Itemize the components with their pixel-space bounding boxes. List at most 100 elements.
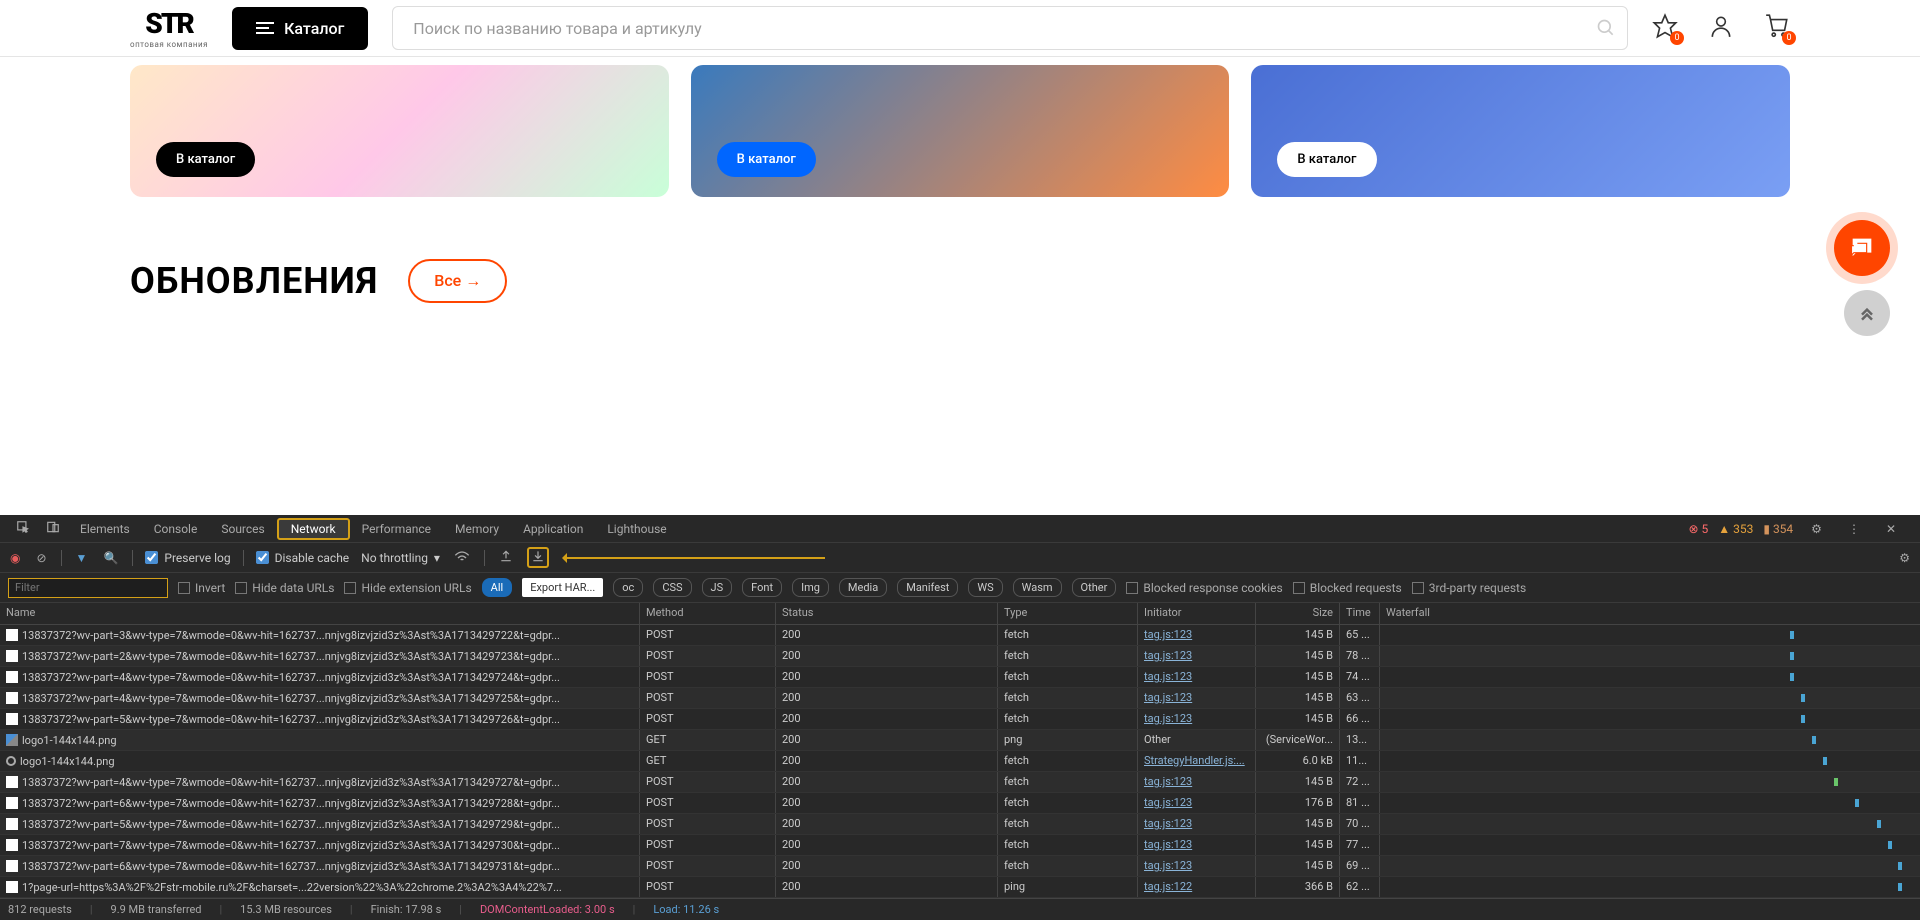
initiator-link[interactable]: StrategyHandler.js:... xyxy=(1144,754,1245,767)
initiator-link[interactable]: tag.js:123 xyxy=(1144,775,1192,788)
network-table-body[interactable]: 13837372?wv-part=3&wv-type=7&wmode=0&wv-… xyxy=(0,625,1920,898)
close-icon[interactable]: ✕ xyxy=(1878,522,1904,536)
catalog-button[interactable]: Каталог xyxy=(232,7,368,50)
header-type[interactable]: Type xyxy=(998,603,1138,624)
initiator-link[interactable]: tag.js:123 xyxy=(1144,670,1192,683)
more-icon[interactable]: ⋮ xyxy=(1840,522,1868,536)
table-row[interactable]: 13837372?wv-part=4&wv-type=7&wmode=0&wv-… xyxy=(0,688,1920,709)
preserve-log-checkbox[interactable]: Preserve log xyxy=(145,551,230,565)
chip-img[interactable]: Img xyxy=(792,578,829,597)
table-row[interactable]: 13837372?wv-part=5&wv-type=7&wmode=0&wv-… xyxy=(0,709,1920,730)
tab-performance[interactable]: Performance xyxy=(350,515,443,543)
waterfall-bar xyxy=(1823,757,1827,765)
header-time[interactable]: Time xyxy=(1340,603,1380,624)
chip-js[interactable]: JS xyxy=(702,578,733,597)
banner-1-button[interactable]: В каталог xyxy=(156,142,255,177)
footer-resources: 15.3 MB resources xyxy=(240,903,332,916)
header-name[interactable]: Name xyxy=(0,603,640,624)
chat-fab[interactable] xyxy=(1834,220,1890,276)
header-method[interactable]: Method xyxy=(640,603,776,624)
disable-cache-checkbox[interactable]: Disable cache xyxy=(256,551,350,565)
favorites-button[interactable]: 0 xyxy=(1652,13,1678,43)
chip-other[interactable]: Other xyxy=(1072,578,1117,597)
hide-data-urls-checkbox[interactable]: Hide data URLs xyxy=(235,581,334,595)
banner-3[interactable]: В каталог xyxy=(1251,65,1790,197)
tab-network[interactable]: Network xyxy=(277,518,350,540)
logo[interactable]: STR оптовая компания xyxy=(130,7,208,49)
warning-count[interactable]: ▲ 353 xyxy=(1718,522,1753,536)
table-row[interactable]: logo1-144x144.pngGET200fetchStrategyHand… xyxy=(0,751,1920,772)
chip-doc[interactable]: oc xyxy=(613,578,643,597)
initiator-link[interactable]: tag.js:123 xyxy=(1144,859,1192,872)
issue-count[interactable]: ▮ 354 xyxy=(1763,522,1793,536)
cart-button[interactable]: 0 xyxy=(1764,13,1790,43)
upload-icon[interactable] xyxy=(497,549,515,566)
initiator-link[interactable]: tag.js:123 xyxy=(1144,649,1192,662)
tab-sources[interactable]: Sources xyxy=(209,515,276,543)
filter-input[interactable] xyxy=(8,578,168,598)
account-button[interactable] xyxy=(1708,13,1734,43)
chip-ws[interactable]: WS xyxy=(968,578,1002,597)
table-row[interactable]: 13837372?wv-part=7&wv-type=7&wmode=0&wv-… xyxy=(0,835,1920,856)
chip-css[interactable]: CSS xyxy=(653,578,691,597)
header-size[interactable]: Size xyxy=(1256,603,1340,624)
file-icon xyxy=(6,860,18,872)
tab-elements[interactable]: Elements xyxy=(68,515,142,543)
initiator-link[interactable]: tag.js:123 xyxy=(1144,628,1192,641)
initiator-link[interactable]: tag.js:123 xyxy=(1144,691,1192,704)
initiator-link[interactable]: tag.js:123 xyxy=(1144,712,1192,725)
chip-media[interactable]: Media xyxy=(839,578,887,597)
tab-application[interactable]: Application xyxy=(511,515,595,543)
view-all-button[interactable]: Все → xyxy=(408,259,507,303)
error-count[interactable]: ⊗ 5 xyxy=(1688,522,1708,536)
initiator-link[interactable]: tag.js:122 xyxy=(1144,880,1192,893)
chip-wasm[interactable]: Wasm xyxy=(1013,578,1062,597)
chip-all[interactable]: All xyxy=(482,578,513,597)
hide-extension-urls-checkbox[interactable]: Hide extension URLs xyxy=(344,581,471,595)
header-status[interactable]: Status xyxy=(776,603,998,624)
table-row[interactable]: logo1-144x144.pngGET200pngOther(ServiceW… xyxy=(0,730,1920,751)
table-row[interactable]: 1?page-url=https%3A%2F%2Fstr-mobile.ru%2… xyxy=(0,877,1920,898)
tab-lighthouse[interactable]: Lighthouse xyxy=(595,515,678,543)
settings-icon[interactable]: ⚙ xyxy=(1803,522,1830,536)
table-row[interactable]: 13837372?wv-part=6&wv-type=7&wmode=0&wv-… xyxy=(0,856,1920,877)
banner-2[interactable]: В каталог xyxy=(691,65,1230,197)
initiator-link[interactable]: tag.js:123 xyxy=(1144,817,1192,830)
header-waterfall[interactable]: Waterfall xyxy=(1380,603,1920,624)
search-input[interactable] xyxy=(392,6,1628,50)
search-network-icon[interactable]: 🔍 xyxy=(101,551,120,565)
filter-icon[interactable]: ▼ xyxy=(74,551,90,565)
invert-checkbox[interactable]: Invert xyxy=(178,581,225,595)
table-row[interactable]: 13837372?wv-part=5&wv-type=7&wmode=0&wv-… xyxy=(0,814,1920,835)
header-initiator[interactable]: Initiator xyxy=(1138,603,1256,624)
scroll-top-fab[interactable] xyxy=(1844,290,1890,336)
device-icon[interactable] xyxy=(38,520,68,537)
banner-1[interactable]: В каталог xyxy=(130,65,669,197)
blocked-requests-checkbox[interactable]: Blocked requests xyxy=(1293,581,1402,595)
search-icon[interactable] xyxy=(1596,18,1616,38)
third-party-checkbox[interactable]: 3rd-party requests xyxy=(1412,581,1526,595)
throttling-select[interactable]: No throttling ▾ xyxy=(361,551,440,565)
network-settings-icon[interactable]: ⚙ xyxy=(1897,551,1912,565)
chip-manifest[interactable]: Manifest xyxy=(897,578,958,597)
banner-3-button[interactable]: В каталог xyxy=(1277,142,1376,177)
initiator-link[interactable]: tag.js:123 xyxy=(1144,838,1192,851)
table-row[interactable]: 13837372?wv-part=2&wv-type=7&wmode=0&wv-… xyxy=(0,646,1920,667)
chevron-up-icon xyxy=(1857,303,1877,323)
chip-font[interactable]: Font xyxy=(742,578,782,597)
blocked-cookies-checkbox[interactable]: Blocked response cookies xyxy=(1126,581,1282,595)
table-row[interactable]: 13837372?wv-part=3&wv-type=7&wmode=0&wv-… xyxy=(0,625,1920,646)
initiator-link[interactable]: tag.js:123 xyxy=(1144,796,1192,809)
download-har-icon[interactable] xyxy=(527,547,549,568)
devtools-tabs: Elements Console Sources Network Perform… xyxy=(0,515,1920,543)
table-row[interactable]: 13837372?wv-part=6&wv-type=7&wmode=0&wv-… xyxy=(0,793,1920,814)
record-icon[interactable]: ◉ xyxy=(8,551,22,565)
table-row[interactable]: 13837372?wv-part=4&wv-type=7&wmode=0&wv-… xyxy=(0,667,1920,688)
table-row[interactable]: 13837372?wv-part=4&wv-type=7&wmode=0&wv-… xyxy=(0,772,1920,793)
tab-memory[interactable]: Memory xyxy=(443,515,511,543)
banner-2-button[interactable]: В каталог xyxy=(717,142,816,177)
inspect-icon[interactable] xyxy=(8,520,38,537)
wifi-icon[interactable] xyxy=(452,550,472,565)
tab-console[interactable]: Console xyxy=(142,515,210,543)
clear-icon[interactable]: ⊘ xyxy=(34,551,48,565)
